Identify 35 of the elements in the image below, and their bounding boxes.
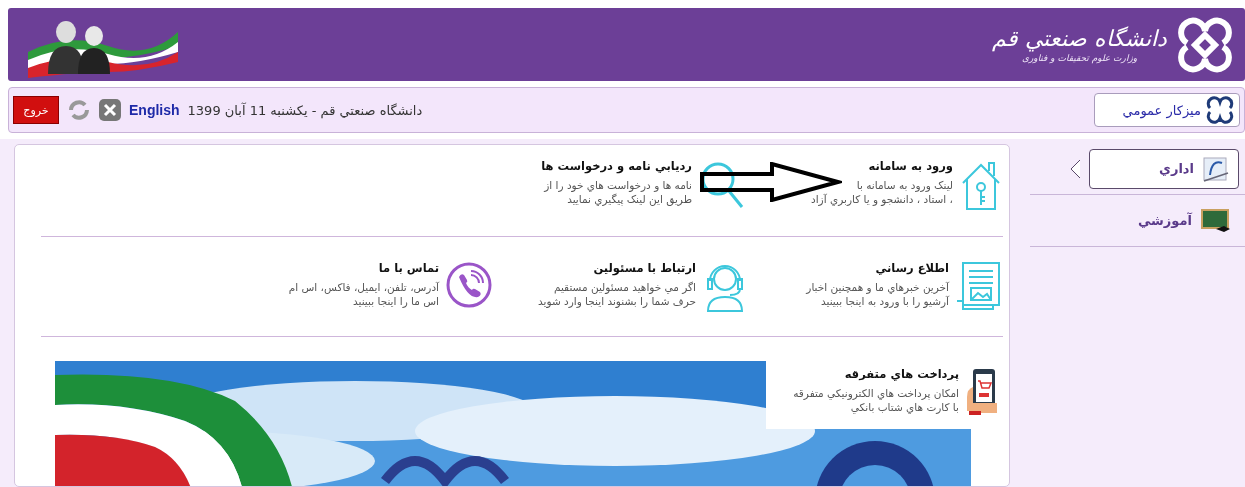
logo-icon bbox=[1177, 16, 1233, 73]
sidebar-item[interactable]: اداري bbox=[1089, 148, 1239, 189]
item-description: نامه ها و درخواست هاي خود را از bbox=[542, 178, 692, 192]
document-picture-icon bbox=[955, 261, 1003, 311]
item-title[interactable]: اطلاع رساني bbox=[806, 261, 949, 275]
logout-button[interactable]: خروج bbox=[13, 96, 59, 124]
item-description: امکان پرداخت هاي الکترونيکي متفرقه bbox=[793, 386, 959, 400]
pointer-icon bbox=[1070, 159, 1080, 178]
site-subtitle: وزارت علوم تحقیقات و فناوری bbox=[1021, 53, 1138, 63]
item-title[interactable]: ورود به سامانه bbox=[811, 159, 953, 173]
item-description: طريق اين لينک پيگيري نماييد bbox=[566, 192, 692, 206]
language-link[interactable]: English bbox=[129, 102, 180, 118]
refresh-icon[interactable] bbox=[67, 98, 91, 122]
workspace-button[interactable]: میزکار عمومي bbox=[1094, 93, 1240, 127]
item-description: اس ما را اينجا ببينيد bbox=[352, 294, 439, 308]
item-description: حرف شما را بشنوند اينجا وارد شويد bbox=[538, 294, 696, 308]
item-title[interactable]: ارتباط با مسئولين bbox=[538, 261, 696, 275]
close-icon[interactable] bbox=[99, 99, 121, 121]
item-description: ، استاد ، دانشجو و يا کاربري آزاد bbox=[811, 192, 953, 206]
item-description: آرشيو را با ورود به اينجا ببينيد bbox=[819, 294, 949, 308]
pen-paper-icon bbox=[1202, 154, 1230, 183]
item-title[interactable]: پرداخت هاي متفرقه bbox=[793, 367, 959, 381]
sidebar-item[interactable]: آموزشي bbox=[1128, 200, 1239, 241]
item-description: آخرين خبرهاي ما و همچنين اخبار bbox=[806, 280, 949, 294]
phone-icon bbox=[445, 261, 493, 309]
logo-icon bbox=[1205, 96, 1235, 124]
item-title[interactable]: رديابي نامه و درخواست ها bbox=[541, 159, 692, 173]
item-title[interactable]: تماس با ما bbox=[288, 261, 439, 275]
item-description: لینک ورود به سامانه با bbox=[855, 178, 953, 192]
item-description: با کارت هاي شتاب بانکي bbox=[849, 400, 959, 414]
item-description: آدرس، تلفن، ايميل، فاکس، اس ام bbox=[288, 280, 439, 294]
item-description: اگر مي خواهيد مسئولين مستقيم bbox=[552, 280, 696, 294]
chalkboard-icon bbox=[1200, 206, 1230, 235]
date-text: دانشگاه صنعتي قم - يکشنبه 11 آبان 1399 bbox=[187, 102, 423, 118]
site-title: دانشگاه صنعتي قم bbox=[992, 26, 1167, 51]
